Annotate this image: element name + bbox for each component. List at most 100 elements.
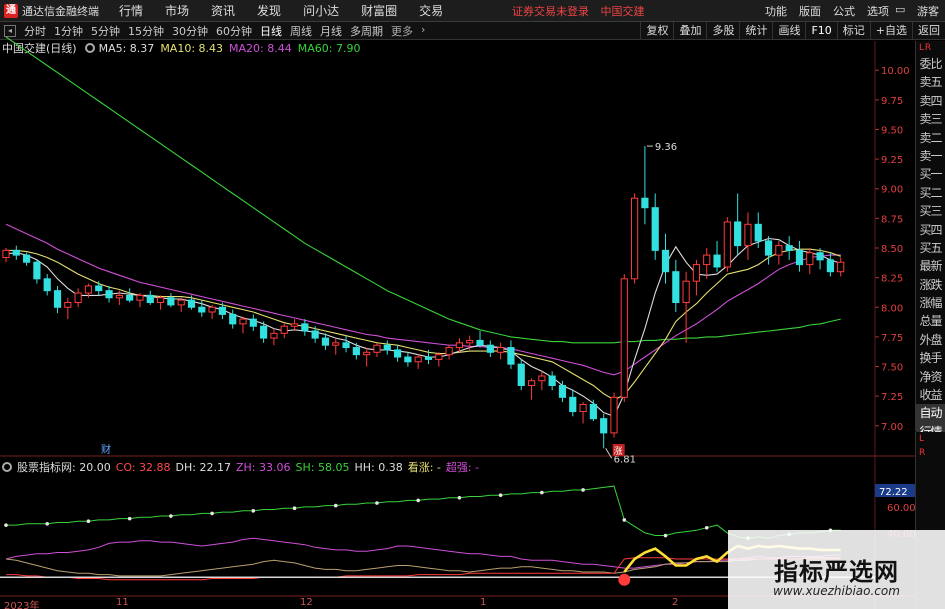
right-quote-panel: L R 委比 卖五 卖四 卖三 卖二 卖一 买一 买二 买三 买四 买五 最新 … [915,41,945,442]
indicator-dot [416,498,420,503]
indicator-zh: ZH: 33.06 [235,460,291,474]
indicator-purple-line [5,537,841,569]
quote-item[interactable]: 收益 [916,386,945,404]
indicator-dot [127,516,132,521]
indicator-dh: DH: 22.17 [175,460,231,474]
candle [249,314,257,331]
quote-item[interactable]: 买一 [916,165,945,183]
candle [579,402,587,424]
quote-item[interactable]: 买三 [916,202,945,220]
candle [661,233,670,284]
candle [2,248,10,263]
y-tick-label: 8.50 [881,244,903,255]
candle [610,392,618,438]
candle [785,236,793,260]
candle [744,212,752,260]
indicator-v1: : 20.00 [72,460,111,474]
candle [393,345,402,362]
candle [383,340,391,355]
quote-item[interactable]: 卖四 [916,92,945,110]
indicator-dot [540,490,544,495]
y-tick-label: 9.00 [881,185,903,196]
indicator-dot [498,493,503,497]
candle [146,290,154,305]
candle [589,399,597,422]
y-tick-label: 9.75 [881,96,903,107]
quote-item[interactable]: 总量 [916,312,945,330]
quote-item[interactable]: 外盘 [916,331,945,349]
quote-item[interactable]: 卖二 [916,129,945,147]
candle [476,330,484,348]
panel-lr-toggle[interactable]: L R [916,41,945,55]
quote-item[interactable]: 买五 [916,239,945,257]
kline-chart[interactable]: 10.00 9.75 9.50 9.25 9.00 8.75 8.50 8.25 8.00 7.7… [0,0,915,609]
candle [321,333,330,350]
candle [775,240,783,265]
watermark-url: www.xuezhibiao.com [773,584,900,598]
quote-item[interactable]: 卖三 [916,110,945,128]
candle [12,245,20,260]
quote-item[interactable]: 卖一 [916,147,945,165]
candle [682,271,690,343]
date-label: 1 [480,597,487,608]
quote-item[interactable]: 涨跌 [916,276,945,294]
indicator-settings-icon[interactable] [2,462,12,472]
candle [270,328,278,346]
footer-r[interactable]: R [916,446,945,460]
indicator-name[interactable]: 股票指标网 [17,459,72,475]
candle [435,352,443,367]
candle [713,240,721,272]
quote-item[interactable]: 涨幅 [916,294,945,312]
indicator-sh: SH: 58.05 [295,460,350,474]
quote-item[interactable]: 委比 [916,55,945,73]
indicator-tick-label: 60.00 [887,503,915,514]
indicator-green-line [6,485,841,539]
y-tick-label: 7.50 [881,363,903,374]
quote-item[interactable]: 买二 [916,184,945,202]
candle [301,319,309,336]
quote-item[interactable]: 买四 [916,221,945,239]
quote-item-auto[interactable]: 自动 [916,404,945,423]
finance-marker: 财 [101,443,111,456]
indicator-dot [663,533,668,538]
footer-l[interactable]: L [916,432,945,446]
candle [527,378,536,400]
candle [105,285,113,303]
candle [723,217,731,272]
candle [764,236,773,265]
candle [208,304,216,320]
quote-item[interactable]: 净资 [916,368,945,386]
indicator-co: CO: 32.88 [115,460,171,474]
quote-item[interactable]: 换手 [916,349,945,367]
quote-item[interactable]: 卖五 [916,73,945,91]
y-tick-label: 8.75 [881,214,903,225]
quote-item[interactable]: 最新 [916,257,945,275]
candle [692,259,701,296]
candle [229,309,237,329]
candle [826,252,834,277]
candle [95,281,103,296]
candle [548,371,556,391]
candle [342,335,350,353]
candle [445,345,453,360]
candle [352,342,360,360]
candle [332,338,340,355]
candle [156,295,165,310]
candle [517,359,525,391]
y-tick-label: 10.00 [881,66,910,77]
trading-terminal: 通 通达信金融终端 行情 市场 资讯 发现 问小达 财富圈 交易 证券交易未登录… [0,0,945,609]
tool-back[interactable]: 返回 [912,22,945,39]
candle [703,248,711,279]
indicator-dot [457,495,462,500]
indicator-dot [45,522,50,526]
menu-guest[interactable]: 游客 [911,3,945,19]
up-marker: 涨 [614,446,623,457]
candle [486,340,494,358]
date-label: 11 [116,597,129,608]
candle [64,297,72,320]
date-label: 12 [300,597,313,608]
candle [569,390,577,417]
y-tick-label: 7.75 [881,333,903,344]
indicator-dot [169,514,173,518]
candle [538,371,546,391]
